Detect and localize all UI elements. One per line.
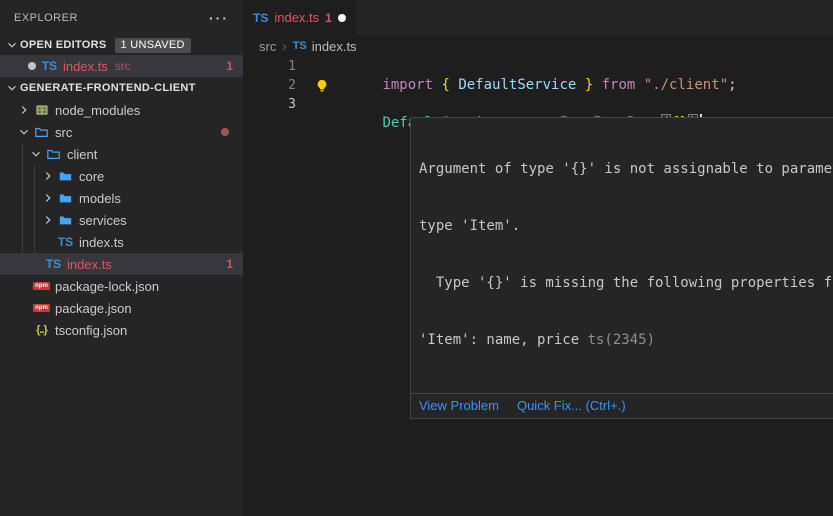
tree-item-label: tsconfig.json xyxy=(55,323,127,338)
tree-item-package-lock-json[interactable]: npm package-lock.json xyxy=(0,275,243,297)
tab-bar: TS index.ts 1 xyxy=(243,0,833,35)
chevron-spacer xyxy=(16,322,32,338)
view-problem-link[interactable]: View Problem xyxy=(419,398,499,413)
tab-error-count: 1 xyxy=(325,11,332,25)
chevron-right-icon[interactable] xyxy=(40,212,56,228)
code-line-1: 1 import { DefaultService } from "./clie… xyxy=(243,57,833,76)
tree-item-tsconfig-json[interactable]: {..} tsconfig.json xyxy=(0,319,243,341)
npm-file-icon: npm xyxy=(32,300,51,316)
json-file-icon: {..} xyxy=(32,322,51,338)
workspace-root-label: GENERATE-FRONTEND-CLIENT xyxy=(20,82,196,94)
tree-item-label: index.ts xyxy=(67,257,112,272)
folder-open-icon xyxy=(32,124,51,140)
dirty-indicator-icon[interactable] xyxy=(24,58,40,74)
chevron-spacer xyxy=(16,300,32,316)
chevron-spacer xyxy=(16,278,32,294)
chevron-right-icon[interactable] xyxy=(40,190,56,206)
chevron-spacer xyxy=(28,256,44,272)
diagnostic-code: ts(2345) xyxy=(588,332,655,348)
tree-item-core[interactable]: core xyxy=(0,165,243,187)
line-number: 1 xyxy=(243,57,296,76)
error-count-badge: 1 xyxy=(226,59,233,73)
folder-icon xyxy=(56,168,75,184)
breadcrumb: src › TS index.ts xyxy=(243,35,833,57)
tree-item-node-modules[interactable]: node_modules xyxy=(0,99,243,121)
open-editors-label: OPEN EDITORS xyxy=(20,39,107,51)
line-number: 3 xyxy=(243,95,296,114)
tree-item-client[interactable]: client xyxy=(0,143,243,165)
folder-icon xyxy=(56,212,75,228)
chevron-right-icon[interactable] xyxy=(16,102,32,118)
tree-item-label: client xyxy=(67,147,97,162)
folder-icon xyxy=(56,190,75,206)
tree-item-label: node_modules xyxy=(55,103,140,118)
tree-item-package-json[interactable]: npm package.json xyxy=(0,297,243,319)
tab-index-ts[interactable]: TS index.ts 1 xyxy=(243,0,356,35)
tree-item-label: index.ts xyxy=(79,235,124,250)
tree-item-client-index-ts[interactable]: TS index.ts xyxy=(0,231,243,253)
open-editor-item-index-ts[interactable]: TS index.ts src 1 xyxy=(0,55,243,77)
tree-item-services[interactable]: services xyxy=(0,209,243,231)
error-count-badge: 1 xyxy=(226,257,233,271)
code-area[interactable]: 1 import { DefaultService } from "./clie… xyxy=(243,57,833,114)
chevron-down-icon[interactable] xyxy=(4,80,20,96)
workspace-root-header[interactable]: GENERATE-FRONTEND-CLIENT xyxy=(0,77,243,99)
explorer-pane-header: EXPLORER ··· xyxy=(0,0,243,35)
chevron-right-icon[interactable] xyxy=(40,168,56,184)
folder-open-icon xyxy=(44,146,63,162)
diagnostic-message: Argument of type '{}' is not assignable … xyxy=(411,118,833,393)
diagnostic-line: Type '{}' is missing the following prope… xyxy=(419,274,833,293)
chevron-down-icon[interactable] xyxy=(16,124,32,140)
chevron-down-icon[interactable] xyxy=(4,37,20,53)
code-line-3: 3 DefaultService.createItemItemPost({}) xyxy=(243,95,833,114)
chevron-right-icon: › xyxy=(282,39,286,54)
diagnostic-line: 'Item': name, price ts(2345) xyxy=(419,331,833,350)
npm-file-icon: npm xyxy=(32,278,51,294)
line-number: 2 xyxy=(243,76,296,95)
chevron-down-icon[interactable] xyxy=(28,146,44,162)
tree-item-label: package.json xyxy=(55,301,132,316)
explorer-sidebar: EXPLORER ··· OPEN EDITORS 1 UNSAVED TS i… xyxy=(0,0,243,516)
typescript-file-icon: TS xyxy=(293,40,307,52)
modified-indicator xyxy=(221,128,229,136)
breadcrumb-file[interactable]: TS index.ts xyxy=(293,39,357,54)
tree-item-src-index-ts[interactable]: TS index.ts 1 xyxy=(0,253,243,275)
open-editor-label: index.ts xyxy=(63,59,108,74)
explorer-title: EXPLORER xyxy=(14,12,78,24)
unsaved-count-badge: 1 UNSAVED xyxy=(115,38,191,53)
quick-fix-link[interactable]: Quick Fix... (Ctrl+.) xyxy=(517,398,626,413)
typescript-file-icon: TS xyxy=(56,234,75,250)
chevron-spacer xyxy=(40,234,56,250)
diagnostic-line: Argument of type '{}' is not assignable … xyxy=(419,160,833,179)
dirty-indicator-icon[interactable] xyxy=(338,14,346,22)
tree-item-label: core xyxy=(79,169,104,184)
tree-item-models[interactable]: models xyxy=(0,187,243,209)
open-editor-description: src xyxy=(115,59,131,73)
typescript-file-icon: TS xyxy=(44,256,63,272)
node-modules-folder-icon xyxy=(32,102,51,118)
error-hover-tooltip: Argument of type '{}' is not assignable … xyxy=(410,117,833,419)
tree-item-label: src xyxy=(55,125,72,140)
file-tree: node_modules src client xyxy=(0,99,243,341)
more-actions-icon[interactable]: ··· xyxy=(209,10,229,26)
hover-actions: View Problem Quick Fix... (Ctrl+.) xyxy=(411,393,833,418)
tree-item-src[interactable]: src xyxy=(0,121,243,143)
tree-item-label: services xyxy=(79,213,127,228)
diagnostic-line: type 'Item'. xyxy=(419,217,833,236)
breadcrumb-folder[interactable]: src xyxy=(259,39,276,54)
typescript-file-icon: TS xyxy=(253,10,268,25)
tree-item-label: package-lock.json xyxy=(55,279,159,294)
tree-item-label: models xyxy=(79,191,121,206)
open-editors-header[interactable]: OPEN EDITORS 1 UNSAVED xyxy=(0,35,243,55)
lightbulb-icon[interactable] xyxy=(315,79,329,93)
tab-label: index.ts xyxy=(274,10,319,25)
typescript-file-icon: TS xyxy=(40,58,59,74)
